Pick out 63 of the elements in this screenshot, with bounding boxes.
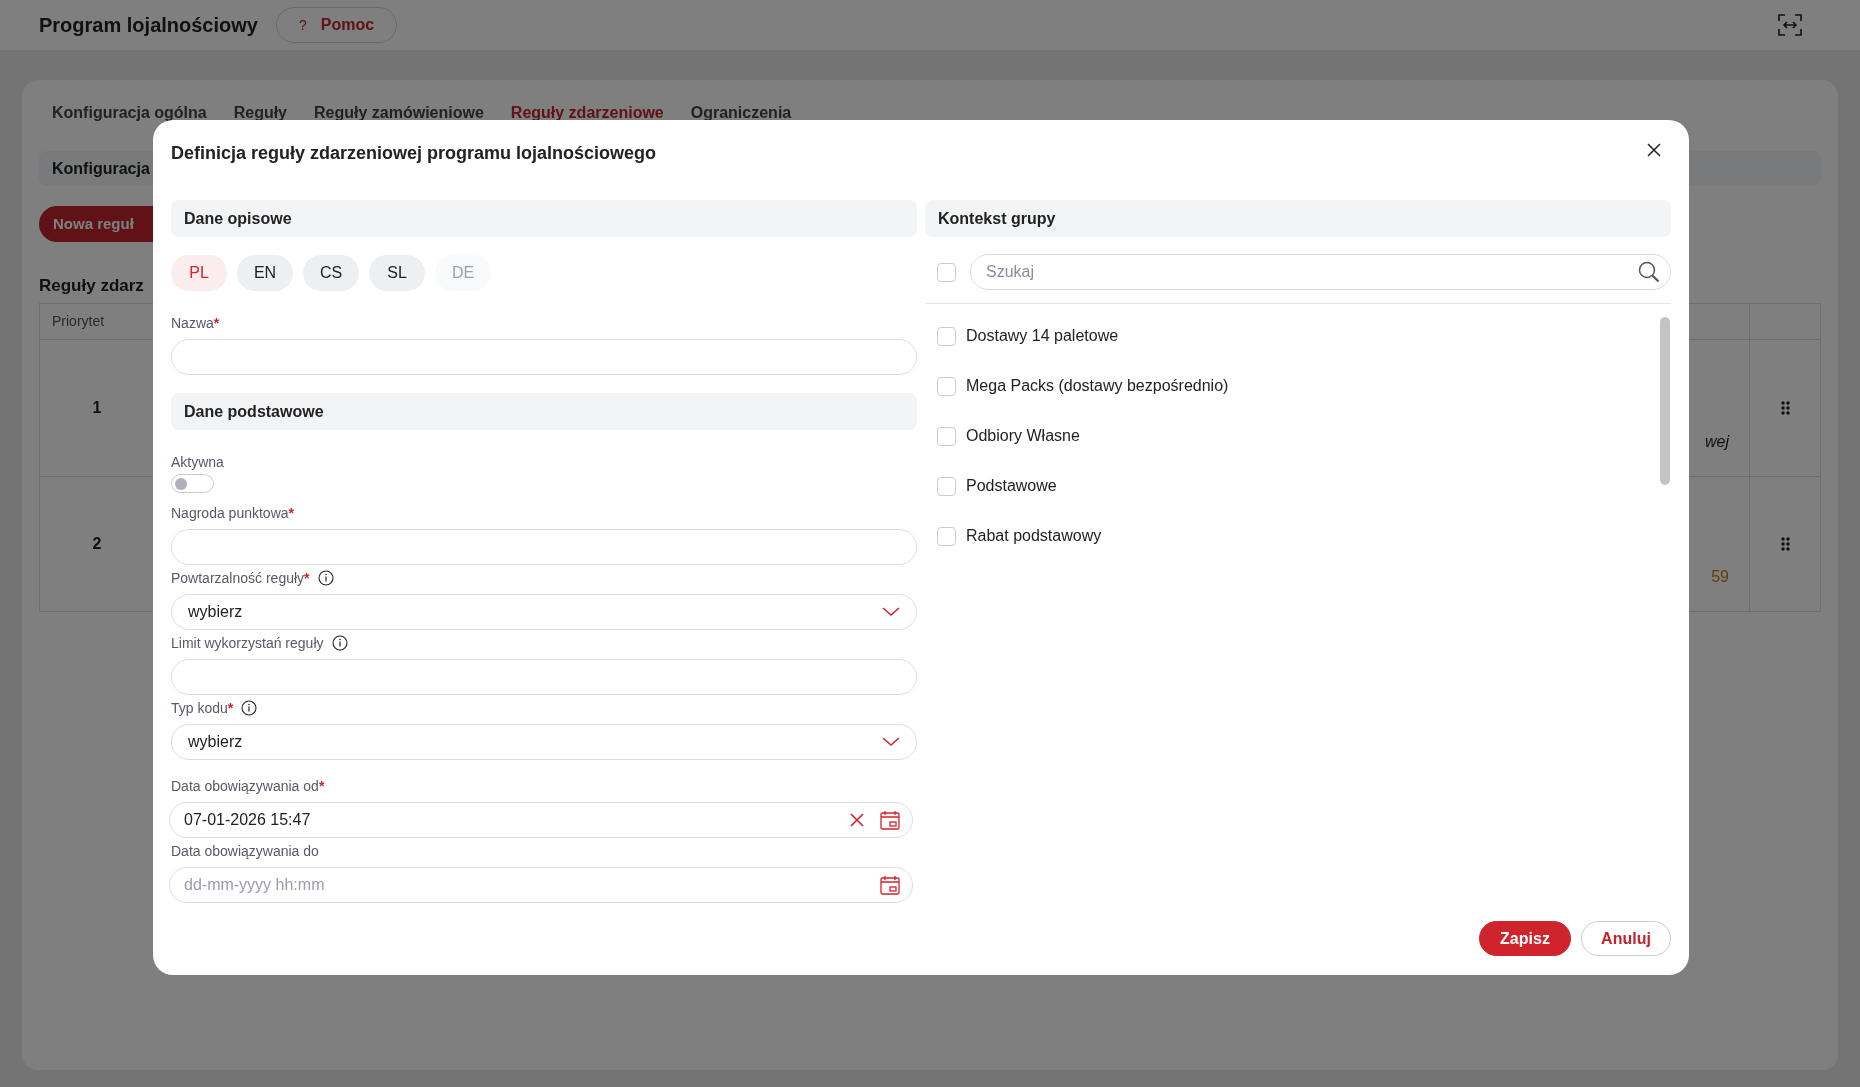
chevron-down-icon — [882, 737, 900, 747]
priority-cell-text: 1 — [92, 397, 102, 418]
tab[interactable]: Konfiguracja ogólna — [52, 100, 207, 125]
cancel-button[interactable]: Anuluj — [1581, 921, 1671, 956]
table-heading: Reguły zdarz — [39, 275, 144, 297]
field-label: Data obowiązywania od* — [171, 776, 325, 796]
tab[interactable]: Reguły — [233, 100, 287, 125]
checkbox[interactable] — [937, 476, 956, 496]
language-tab[interactable]: EN — [237, 255, 293, 291]
checkbox-label[interactable]: Odbiory Własne — [966, 424, 1080, 448]
checkbox[interactable] — [937, 376, 956, 396]
input-field[interactable] — [171, 339, 917, 375]
checkbox[interactable] — [937, 262, 956, 282]
section-title: Dane opisowe — [184, 208, 292, 229]
checkbox[interactable] — [937, 526, 956, 546]
tab[interactable]: Reguły zamówieniowe — [314, 100, 484, 125]
tab[interactable]: Ograniczenia — [690, 100, 792, 125]
page-title: Program lojalnościowy — [39, 13, 258, 38]
section-title: Dane podstawowe — [184, 401, 324, 422]
section-title: Kontekst grupy — [938, 208, 1056, 229]
modal-title: Definicja reguły zdarzeniowej programu lojalnościowego — [171, 142, 657, 165]
calendar-icon[interactable] — [880, 810, 900, 830]
field-label: Powtarzalność reguły* — [171, 568, 310, 588]
language-tab[interactable]: SL — [369, 255, 425, 291]
priority-cell-text: 2 — [92, 533, 102, 554]
field-label: Data obowiązywania do — [171, 841, 319, 861]
toggle-switch[interactable] — [171, 474, 214, 493]
language-tab[interactable]: CS — [303, 255, 359, 291]
expand-icon[interactable] — [1778, 14, 1802, 36]
date-input[interactable]: 07-01-2026 15:47 — [184, 808, 838, 832]
search-icon[interactable] — [1638, 261, 1660, 283]
question-mark-icon: ? — [298, 14, 307, 36]
info-icon[interactable] — [331, 635, 348, 651]
table-cell-text: 59 — [1711, 566, 1729, 587]
table-cell-text: wej — [1705, 431, 1729, 452]
clear-icon[interactable] — [850, 813, 864, 827]
drag-handle-icon[interactable] — [1780, 400, 1790, 415]
field-label: Aktywna — [171, 452, 224, 472]
input-field[interactable] — [171, 529, 917, 565]
checkbox[interactable] — [937, 326, 956, 346]
drag-handle-icon[interactable] — [1780, 536, 1790, 551]
column-header: Priorytet — [51, 311, 106, 331]
field-label: Nazwa* — [171, 313, 220, 333]
checkbox-label[interactable]: Podstawowe — [966, 474, 1057, 498]
save-button[interactable]: Zapisz — [1479, 921, 1571, 956]
info-icon[interactable] — [241, 700, 258, 716]
language-tab[interactable]: PL — [171, 255, 227, 291]
section-title: Konfiguracja — [52, 158, 150, 179]
field-label: Nagroda punktowa* — [171, 503, 294, 523]
checkbox[interactable] — [937, 426, 956, 446]
checkbox-label[interactable]: Mega Packs (dostawy bezpośrednio) — [966, 374, 1229, 398]
scrollbar-thumb[interactable] — [1660, 317, 1670, 485]
checkbox-label[interactable]: Rabat podstawowy — [966, 524, 1102, 548]
date-input[interactable]: dd-mm-yyyy hh:mm — [184, 873, 868, 897]
search-input[interactable]: Szukaj — [986, 260, 1638, 284]
field-label: Limit wykorzystań reguły — [171, 633, 324, 653]
input-field[interactable] — [171, 659, 917, 695]
close-icon[interactable] — [1647, 143, 1661, 157]
info-icon[interactable] — [317, 570, 334, 586]
chevron-down-icon — [882, 607, 900, 617]
calendar-icon[interactable] — [880, 875, 900, 895]
field-label: Typ kodu* — [171, 698, 234, 718]
checkbox-label[interactable]: Dostawy 14 paletowe — [966, 324, 1119, 348]
